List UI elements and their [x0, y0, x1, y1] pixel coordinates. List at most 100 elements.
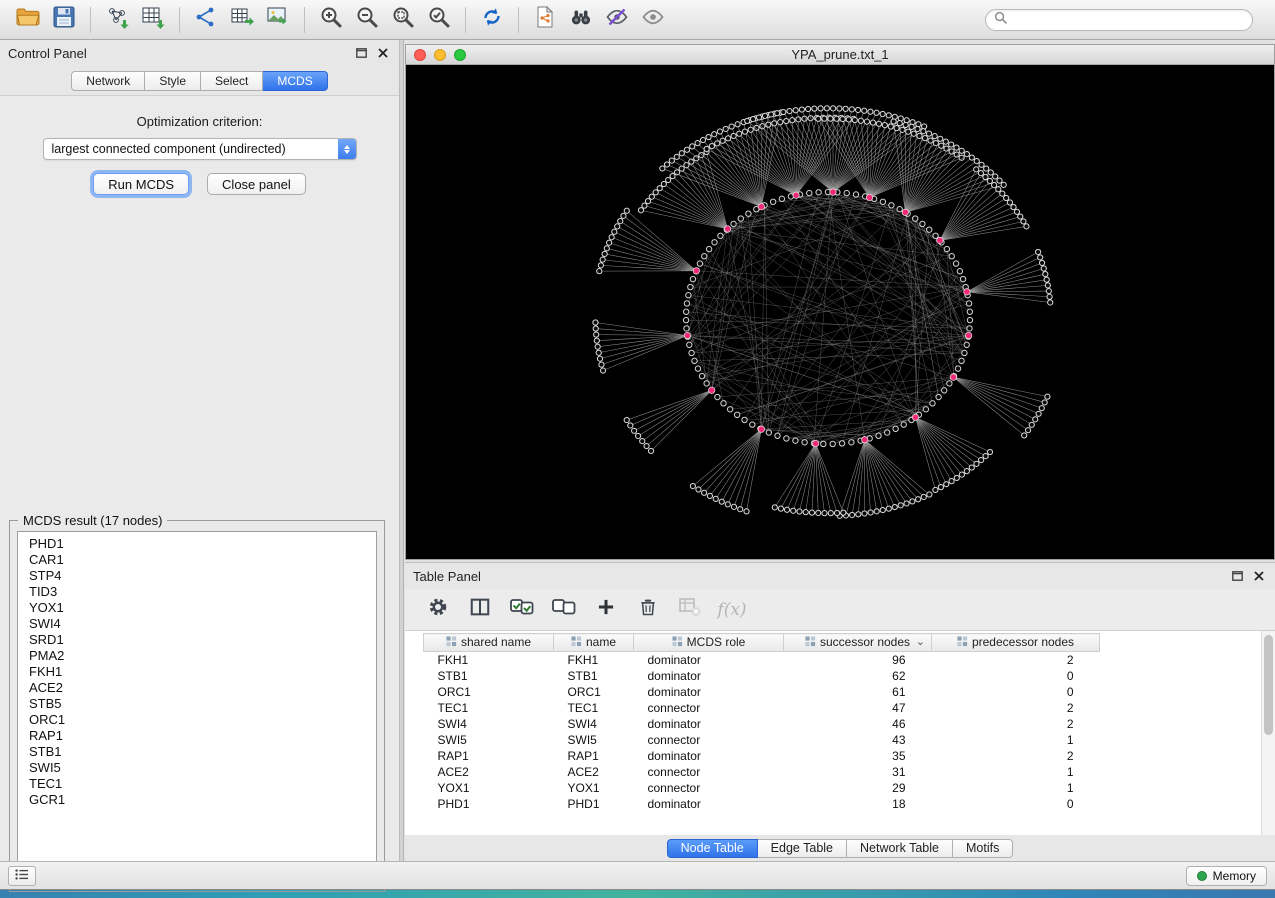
open-file-button[interactable]	[10, 4, 46, 36]
mcds-result-item[interactable]: CAR1	[18, 552, 376, 568]
split-columns-button[interactable]	[467, 597, 493, 623]
close-panel-button[interactable]: Close panel	[207, 173, 306, 195]
function-builder-button[interactable]: f(x)	[719, 597, 745, 623]
plus-icon	[596, 597, 616, 622]
memory-button[interactable]: Memory	[1186, 866, 1267, 886]
unselect-all-button[interactable]	[551, 597, 577, 623]
mcds-result-item[interactable]: TEC1	[18, 776, 376, 792]
sort-caret-icon: ⌄	[916, 634, 925, 650]
share-document-button[interactable]	[527, 4, 563, 36]
network-window: YPA_prune.txt_1	[405, 44, 1275, 560]
mcds-result-item[interactable]: YOX1	[18, 600, 376, 616]
float-panel-icon[interactable]	[353, 45, 369, 61]
add-column-button[interactable]	[593, 597, 619, 623]
maximize-window-icon[interactable]	[454, 49, 466, 61]
table-row[interactable]: SWI4SWI4dominator462	[424, 716, 1100, 732]
column-header-successor-nodes[interactable]: successor nodes⌄	[784, 634, 932, 652]
tab-mcds[interactable]: MCDS	[263, 71, 327, 91]
mcds-result-item[interactable]: GCR1	[18, 792, 376, 808]
column-header-MCDS-role[interactable]: MCDS role	[634, 634, 784, 652]
network-window-titlebar[interactable]: YPA_prune.txt_1	[406, 45, 1274, 65]
mcds-result-item[interactable]: SWI5	[18, 760, 376, 776]
eye-slash-icon	[605, 5, 629, 34]
mcds-result-item[interactable]: STB5	[18, 696, 376, 712]
first-neighbors-button[interactable]	[563, 4, 599, 36]
save-session-button[interactable]	[46, 4, 82, 36]
close-panel-icon[interactable]	[375, 45, 391, 61]
float-panel-icon[interactable]	[1229, 568, 1245, 584]
column-header-shared-name[interactable]: shared name	[424, 634, 554, 652]
optimization-criterion-label: Optimization criterion:	[0, 114, 399, 129]
export-image-button[interactable]	[260, 4, 296, 36]
search-box[interactable]	[985, 9, 1253, 31]
table-row[interactable]: FKH1FKH1dominator962	[424, 652, 1100, 668]
tab-network-table[interactable]: Network Table	[847, 839, 953, 858]
tab-edge-table[interactable]: Edge Table	[758, 839, 847, 858]
mcds-result-item[interactable]: RAP1	[18, 728, 376, 744]
table-panel: Table Panel f(x) shared namenameMCDS rol…	[405, 562, 1275, 861]
zoom-selected-button[interactable]	[421, 4, 457, 36]
app-window: Control Panel NetworkStyleSelectMCDS Opt…	[0, 0, 1275, 890]
mcds-result-item[interactable]: STP4	[18, 568, 376, 584]
table-scrollbar[interactable]	[1261, 631, 1275, 835]
task-history-button[interactable]	[8, 866, 36, 886]
zoom-in-button[interactable]	[313, 4, 349, 36]
table-row[interactable]: YOX1YOX1connector291	[424, 780, 1100, 796]
delete-column-button[interactable]	[635, 597, 661, 623]
search-input[interactable]	[1012, 13, 1244, 27]
mcds-result-item[interactable]: SRD1	[18, 632, 376, 648]
mcds-result-item[interactable]: SWI4	[18, 616, 376, 632]
table-body: FKH1FKH1dominator962STB1STB1dominator620…	[424, 652, 1100, 812]
select-all-button[interactable]	[509, 597, 535, 623]
tab-select[interactable]: Select	[201, 71, 263, 91]
run-mcds-button[interactable]: Run MCDS	[93, 173, 189, 195]
table-row[interactable]: TEC1TEC1connector472	[424, 700, 1100, 716]
zoom-out-icon	[355, 5, 379, 34]
graphics-details-button[interactable]	[599, 4, 635, 36]
document-share-icon	[533, 5, 557, 34]
table-row[interactable]: STB1STB1dominator620	[424, 668, 1100, 684]
table-row[interactable]: SWI5SWI5connector431	[424, 732, 1100, 748]
toolbar-separator	[518, 7, 519, 33]
import-network-button[interactable]	[99, 4, 135, 36]
tab-node-table[interactable]: Node Table	[667, 839, 758, 858]
export-table-button[interactable]	[224, 4, 260, 36]
mcds-result-item[interactable]: PHD1	[18, 536, 376, 552]
scrollbar-thumb[interactable]	[1264, 635, 1273, 735]
gear-button[interactable]	[425, 597, 451, 623]
mcds-result-item[interactable]: STB1	[18, 744, 376, 760]
tab-style[interactable]: Style	[145, 71, 201, 91]
mcds-result-item[interactable]: TID3	[18, 584, 376, 600]
show-hide-button[interactable]	[635, 4, 671, 36]
zoom-in-icon	[319, 5, 343, 34]
mcds-result-item[interactable]: FKH1	[18, 664, 376, 680]
close-panel-icon[interactable]	[1251, 568, 1267, 584]
column-header-name[interactable]: name	[554, 634, 634, 652]
table-row[interactable]: ORC1ORC1dominator610	[424, 684, 1100, 700]
mcds-result-item[interactable]: ACE2	[18, 680, 376, 696]
network-canvas[interactable]	[406, 65, 1274, 559]
dropdown-stepper-icon	[338, 138, 356, 160]
network-graph[interactable]	[406, 65, 1274, 559]
zoom-out-button[interactable]	[349, 4, 385, 36]
close-window-icon[interactable]	[414, 49, 426, 61]
column-header-predecessor-nodes[interactable]: predecessor nodes	[932, 634, 1100, 652]
mcds-result-list[interactable]: PHD1CAR1STP4TID3YOX1SWI4SRD1PMA2FKH1ACE2…	[17, 531, 377, 884]
delete-table-button[interactable]	[677, 597, 703, 623]
zoom-fit-button[interactable]	[385, 4, 421, 36]
refresh-icon	[480, 5, 504, 34]
tab-network[interactable]: Network	[71, 71, 145, 91]
table-row[interactable]: PHD1PHD1dominator180	[424, 796, 1100, 812]
minimize-window-icon[interactable]	[434, 49, 446, 61]
apply-layout-button[interactable]	[474, 4, 510, 36]
mcds-result-item[interactable]: ORC1	[18, 712, 376, 728]
list-icon	[15, 867, 29, 885]
optimization-criterion-dropdown[interactable]: largest connected component (undirected)	[43, 138, 357, 160]
node-table: shared namenameMCDS rolesuccessor nodes⌄…	[423, 633, 1100, 812]
table-row[interactable]: RAP1RAP1dominator352	[424, 748, 1100, 764]
import-table-button[interactable]	[135, 4, 171, 36]
mcds-result-item[interactable]: PMA2	[18, 648, 376, 664]
tab-motifs[interactable]: Motifs	[953, 839, 1013, 858]
table-row[interactable]: ACE2ACE2connector311	[424, 764, 1100, 780]
export-network-button[interactable]	[188, 4, 224, 36]
